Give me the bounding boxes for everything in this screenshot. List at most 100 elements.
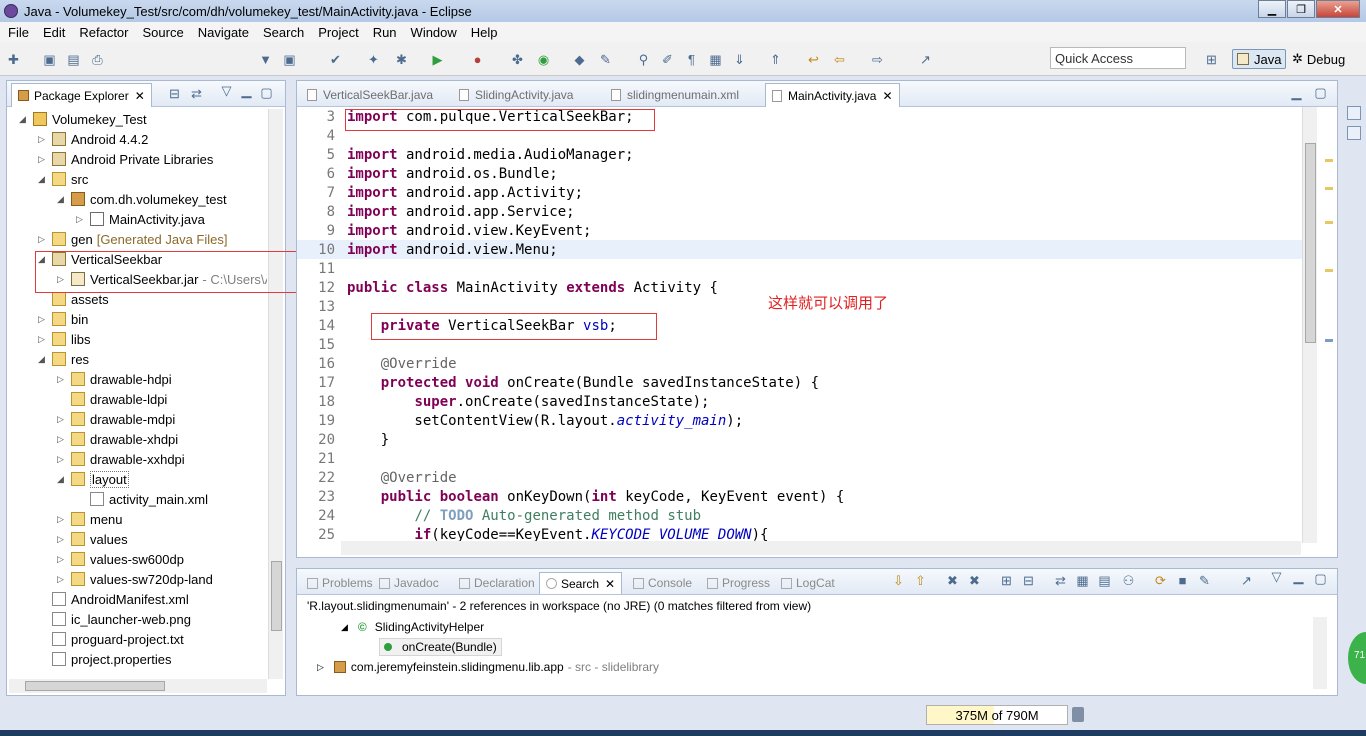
editor-vertical-scrollbar[interactable] <box>1302 107 1317 543</box>
collapsed-arrow-icon[interactable]: ▷ <box>38 154 48 165</box>
collapsed-arrow-icon[interactable]: ▷ <box>38 234 48 245</box>
notification-badge[interactable]: 71 <box>1348 632 1366 684</box>
tab-progress[interactable]: Progress <box>701 572 776 594</box>
save-all-icon[interactable]: ▤ <box>66 52 81 67</box>
tree-item[interactable]: ◢ src <box>38 169 88 189</box>
code-line[interactable]: 19 setContentView(R.layout.activity_main… <box>297 411 1305 430</box>
debug-icon[interactable]: ✱ <box>394 52 409 67</box>
show-whitespace-icon[interactable]: ¶ <box>684 52 699 67</box>
collapsed-arrow-icon[interactable]: ▷ <box>38 134 48 145</box>
collapsed-arrow-icon[interactable]: ▷ <box>57 574 67 585</box>
expanded-arrow-icon[interactable]: ◢ <box>38 354 48 365</box>
tab-logcat[interactable]: LogCat <box>775 572 841 594</box>
expanded-arrow-icon[interactable]: ◢ <box>57 194 67 205</box>
next-annotation-icon[interactable]: ⇓ <box>732 52 747 67</box>
tree-item[interactable]: ◢ layout <box>57 469 129 489</box>
tree-item[interactable]: ▷ values-sw600dp <box>57 549 184 569</box>
maximize-view-icon[interactable]: ▢ <box>1313 571 1328 586</box>
code-line[interactable]: 23 public boolean onKeyDown(int keyCode,… <box>297 487 1305 506</box>
garbage-collect-icon[interactable] <box>1072 707 1084 722</box>
tab-mainactivity-java[interactable]: MainActivity.java ✕ <box>765 83 900 107</box>
tree-item[interactable]: project.properties <box>38 649 171 669</box>
tab-problems[interactable]: Problems <box>301 572 379 594</box>
tree-item[interactable]: ▷ menu <box>57 509 123 529</box>
new-android-project-icon[interactable]: ✦ <box>366 52 381 67</box>
menu-window[interactable]: Window <box>405 25 465 40</box>
menu-help[interactable]: Help <box>465 25 506 40</box>
menu-edit[interactable]: Edit <box>37 25 73 40</box>
close-tab-icon[interactable]: ✕ <box>882 89 892 103</box>
search-tool-icon[interactable]: ✎ <box>598 52 613 67</box>
tab-javadoc[interactable]: Javadoc <box>373 572 445 594</box>
quick-access-field[interactable]: Quick Access <box>1050 47 1186 69</box>
minimize-view-icon[interactable]: ▁ <box>1291 569 1306 584</box>
tree-item[interactable]: ◢ com.dh.volumekey_test <box>57 189 227 209</box>
scroll-thumb[interactable] <box>1305 143 1316 343</box>
expand-all-icon[interactable]: ⊞ <box>999 573 1014 588</box>
lint-check-icon[interactable]: ✔ <box>328 52 343 67</box>
code-line[interactable]: 25 if(keyCode==KeyEvent.KEYCODE_VOLUME_D… <box>297 525 1305 542</box>
tree-item[interactable]: activity_main.xml <box>76 489 208 509</box>
expanded-arrow-icon[interactable]: ◢ <box>38 174 48 185</box>
outline-view-icon[interactable] <box>1347 106 1361 120</box>
menu-project[interactable]: Project <box>312 25 366 40</box>
new-class-icon[interactable]: ◉ <box>536 52 551 67</box>
code-line[interactable]: 24 // TODO Auto-generated method stub <box>297 506 1305 525</box>
tree-item[interactable]: ▷ values-sw720dp-land <box>57 569 213 589</box>
maximize-button[interactable]: ❐ <box>1287 0 1315 18</box>
search-results-scrollbar[interactable] <box>1313 617 1327 689</box>
java-perspective-button[interactable]: Java <box>1232 49 1287 69</box>
code-line[interactable]: 7 import android.app.Activity; <box>297 183 1305 202</box>
menu-run[interactable]: Run <box>367 25 405 40</box>
search-result-method[interactable]: onCreate(Bundle) <box>379 638 502 656</box>
code-line[interactable]: 17 protected void onCreate(Bundle savedI… <box>297 373 1305 392</box>
expanded-arrow-icon[interactable]: ◢ <box>57 474 67 485</box>
collapsed-arrow-icon[interactable]: ▷ <box>57 534 67 545</box>
prev-annotation-icon[interactable]: ⇑ <box>768 52 783 67</box>
show-as-tree-icon[interactable]: ▦ <box>1075 573 1090 588</box>
view-menu-icon[interactable]: ▽ <box>1269 569 1284 584</box>
editor-horizontal-scrollbar[interactable] <box>341 541 1301 555</box>
scroll-thumb[interactable] <box>25 681 165 691</box>
task-list-icon[interactable] <box>1347 126 1361 140</box>
remove-match-icon[interactable]: ✖ <box>945 573 960 588</box>
code-line[interactable]: 8 import android.app.Service; <box>297 202 1305 221</box>
link-with-editor-icon[interactable]: ⇄ <box>189 86 204 101</box>
code-line[interactable]: 20 } <box>297 430 1305 449</box>
tree-item[interactable]: ▷ drawable-hdpi <box>57 369 172 389</box>
avd-manager-icon[interactable]: ▣ <box>282 52 297 67</box>
code-line[interactable]: 5 import android.media.AudioManager; <box>297 145 1305 164</box>
pen-icon[interactable]: ✐ <box>660 52 675 67</box>
group-by-icon[interactable]: ⚇ <box>1121 573 1136 588</box>
menu-file[interactable]: File <box>2 25 37 40</box>
open-perspective-icon[interactable]: ⊞ <box>1204 52 1219 67</box>
remove-all-matches-icon[interactable]: ✖ <box>967 573 982 588</box>
next-match-icon[interactable]: ⇩ <box>891 573 906 588</box>
minimize-button[interactable]: ▁ <box>1258 0 1286 18</box>
tree-item[interactable]: ▷ bin <box>38 309 88 329</box>
menu-source[interactable]: Source <box>137 25 192 40</box>
print-icon[interactable]: ⎙ <box>90 52 105 67</box>
menu-navigate[interactable]: Navigate <box>192 25 257 40</box>
tab-verticalseekbar-java[interactable]: VerticalSeekBar.java <box>301 83 439 107</box>
tab-slidingmenumain-xml[interactable]: slidingmenumain.xml <box>605 83 745 107</box>
tree-item[interactable]: AndroidManifest.xml <box>38 589 189 609</box>
warning-overview-marker[interactable] <box>1325 159 1333 162</box>
minimize-editor-icon[interactable]: ▁ <box>1289 85 1304 100</box>
run-icon[interactable]: ▶ <box>430 52 445 67</box>
collapse-arrow-icon[interactable]: ▷ <box>317 662 324 673</box>
collapsed-arrow-icon[interactable]: ▷ <box>38 334 48 345</box>
cancel-search-icon[interactable]: ■ <box>1175 573 1190 588</box>
code-line[interactable]: 18 super.onCreate(savedInstanceState); <box>297 392 1305 411</box>
search-result-type[interactable]: ◢ © SlidingActivityHelper <box>341 618 484 636</box>
warning-overview-marker[interactable] <box>1325 269 1333 272</box>
code-line[interactable]: 16 @Override <box>297 354 1305 373</box>
tree-item[interactable]: ▷ Android 4.4.2 <box>38 129 148 149</box>
scroll-thumb[interactable] <box>271 561 282 631</box>
code-line[interactable]: 22 @Override <box>297 468 1305 487</box>
close-button[interactable]: ✕ <box>1316 0 1360 18</box>
search-history-icon[interactable]: ✎ <box>1197 573 1212 588</box>
tree-item[interactable]: ▷ MainActivity.java <box>76 209 205 229</box>
tab-console[interactable]: Console <box>627 572 698 594</box>
package-tree-horizontal-scrollbar[interactable] <box>9 679 267 693</box>
